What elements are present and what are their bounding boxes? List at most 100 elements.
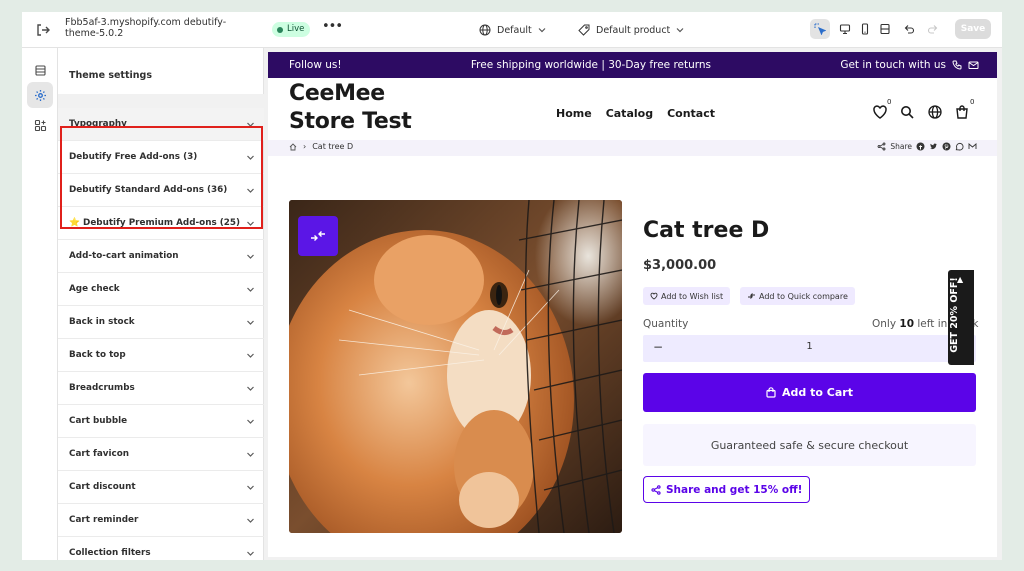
wishlist-count: 0 xyxy=(887,98,892,106)
nav-contact[interactable]: Contact xyxy=(667,107,715,120)
stock-count: 10 xyxy=(899,318,915,330)
setting-cart-bubble[interactable]: Cart bubble xyxy=(58,405,264,438)
setting-back-in-stock[interactable]: Back in stock xyxy=(58,306,264,339)
discount-tab-label: GET 20% OFF! xyxy=(949,277,960,353)
facebook-icon[interactable] xyxy=(916,142,925,151)
chevron-down-icon xyxy=(247,518,254,523)
setting-label: Breadcrumbs xyxy=(69,383,135,393)
theme-settings-button[interactable] xyxy=(27,82,53,108)
undo-icon xyxy=(904,25,915,34)
sections-button[interactable] xyxy=(27,57,53,83)
save-button[interactable]: Save xyxy=(955,19,991,39)
breadcrumb: › Cat tree D xyxy=(289,142,353,151)
share-discount-label: Share and get 15% off! xyxy=(666,483,803,496)
chevron-down-icon xyxy=(247,254,254,259)
globe-icon xyxy=(479,24,491,36)
setting-cart-discount[interactable]: Cart discount xyxy=(58,471,264,504)
exit-icon[interactable] xyxy=(34,21,52,39)
product-selector[interactable]: Default product xyxy=(578,20,684,40)
whatsapp-icon[interactable] xyxy=(955,142,964,151)
announcement-center: Free shipping worldwide | 30-Day free re… xyxy=(470,59,712,71)
wishlist-heart-icon[interactable] xyxy=(872,104,888,120)
sections-icon xyxy=(34,64,46,76)
setting-collection-filters[interactable]: Collection filters xyxy=(58,537,264,560)
store-name: Fbb5af-3.myshopify.com debutify-theme-5.… xyxy=(65,17,227,39)
setting-label: Cart reminder xyxy=(69,515,139,525)
panel-title: Theme settings xyxy=(69,70,152,81)
more-actions-button[interactable]: ••• xyxy=(322,20,343,38)
template-selector[interactable]: Default xyxy=(479,20,546,40)
setting-cart-favicon[interactable]: Cart favicon xyxy=(58,438,264,471)
inspector-toggle-button[interactable] xyxy=(810,19,830,39)
bag-icon xyxy=(766,387,776,398)
setting-label: Add-to-cart animation xyxy=(69,251,179,261)
discount-side-tab[interactable]: ▲ GET 20% OFF! xyxy=(948,270,974,365)
logo-line-1: CeeMee xyxy=(289,81,385,106)
chevron-down-icon xyxy=(247,353,254,358)
twitter-icon[interactable] xyxy=(929,142,938,151)
editor-icon-rail xyxy=(22,48,58,560)
editor-topbar: Fbb5af-3.myshopify.com debutify-theme-5.… xyxy=(22,12,1002,48)
live-badge: Live xyxy=(272,22,311,37)
redo-button[interactable] xyxy=(923,19,943,39)
mobile-view-button[interactable] xyxy=(855,19,875,39)
share-links: Share xyxy=(877,142,977,151)
chevron-down-icon xyxy=(247,551,254,556)
template-selector-label: Default xyxy=(497,24,532,36)
home-icon[interactable] xyxy=(289,142,297,151)
setting-cart-reminder[interactable]: Cart reminder xyxy=(58,504,264,537)
gear-icon xyxy=(34,89,46,101)
setting-label: Cart bubble xyxy=(69,416,128,426)
breadcrumb-bar: › Cat tree D Share xyxy=(268,140,997,156)
setting-breadcrumbs[interactable]: Breadcrumbs xyxy=(58,372,264,405)
product-title: Cat tree D xyxy=(643,218,770,243)
mail-icon xyxy=(968,61,979,69)
search-icon[interactable] xyxy=(899,104,915,120)
setting-age-check[interactable]: Age check xyxy=(58,273,264,306)
quantity-decrease-button[interactable]: − xyxy=(651,340,665,354)
tag-icon xyxy=(578,24,590,36)
announcement-left[interactable]: Follow us! xyxy=(289,59,342,71)
email-icon[interactable] xyxy=(968,142,977,151)
phone-icon xyxy=(952,60,962,70)
store-logo[interactable]: CeeMee Store Test xyxy=(289,80,412,136)
share-discount-button[interactable]: Share and get 15% off! xyxy=(643,476,811,503)
theme-editor-window: Fbb5af-3.myshopify.com debutify-theme-5.… xyxy=(22,12,1002,560)
desktop-view-button[interactable] xyxy=(835,19,855,39)
add-to-cart-button[interactable]: Add to Cart xyxy=(643,373,976,412)
chevron-down-icon xyxy=(247,287,254,292)
pinterest-icon[interactable] xyxy=(942,142,951,151)
undo-button[interactable] xyxy=(899,19,919,39)
fullscreen-view-button[interactable] xyxy=(875,19,895,39)
contact-link[interactable]: Get in touch with us xyxy=(840,59,979,71)
setting-label: Collection filters xyxy=(69,548,151,558)
setting-label: Back to top xyxy=(69,350,126,360)
logo-line-2: Store Test xyxy=(289,109,412,134)
quantity-stepper: 1 − + xyxy=(643,335,976,362)
apps-icon xyxy=(34,119,46,131)
add-to-wishlist-button[interactable]: Add to Wish list xyxy=(643,287,731,305)
quantity-input[interactable]: 1 xyxy=(643,341,976,352)
cursor-select-icon xyxy=(814,23,826,35)
share-icon xyxy=(877,142,886,151)
share-label: Share xyxy=(890,142,912,151)
product-image[interactable] xyxy=(289,200,622,533)
breadcrumb-current: Cat tree D xyxy=(312,142,354,151)
quantity-label: Quantity xyxy=(643,318,689,330)
live-dot-icon xyxy=(277,26,283,33)
add-to-compare-button[interactable]: Add to Quick compare xyxy=(740,287,855,305)
addons-highlight-box xyxy=(60,126,263,229)
cat-photo-illustration xyxy=(289,200,622,533)
app-embeds-button[interactable] xyxy=(27,112,53,138)
breadcrumb-separator: › xyxy=(303,142,307,151)
setting-add-to-cart-animation[interactable]: Add-to-cart animation xyxy=(58,240,264,273)
globe-icon[interactable] xyxy=(927,104,943,120)
setting-label: Back in stock xyxy=(69,317,135,327)
nav-catalog[interactable]: Catalog xyxy=(606,107,653,120)
quick-compare-badge[interactable] xyxy=(298,216,338,256)
setting-back-to-top[interactable]: Back to top xyxy=(58,339,264,372)
cart-icon[interactable] xyxy=(954,104,970,120)
heart-icon xyxy=(650,292,658,300)
contact-label: Get in touch with us xyxy=(840,59,946,71)
nav-home[interactable]: Home xyxy=(556,107,592,120)
